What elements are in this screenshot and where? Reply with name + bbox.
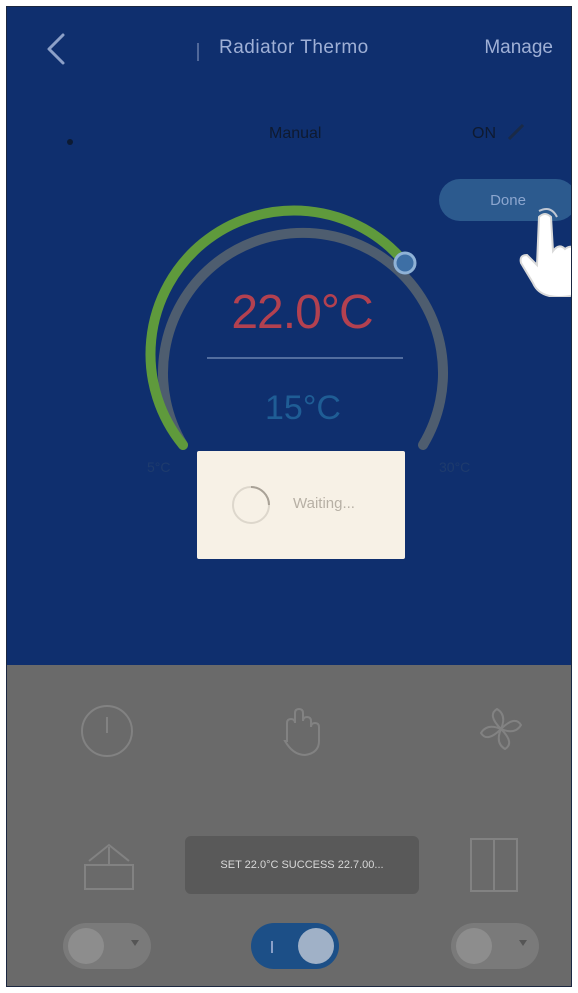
toggle-knob: [68, 928, 104, 964]
waiting-dialog: Waiting...: [197, 451, 405, 559]
status-dot: [67, 139, 73, 145]
controls-panel: SET 22.0°C SUCCESS 22.7.00...: [7, 665, 571, 986]
current-temperature: 22.0°C: [231, 286, 373, 339]
hand-icon[interactable]: [273, 701, 329, 761]
dial-divider: [207, 357, 403, 359]
toggle-middle[interactable]: [251, 923, 339, 969]
min-temp-label: 5°C: [147, 459, 171, 475]
set-temperature: 15°C: [265, 389, 341, 427]
toggle-knob: [456, 928, 492, 964]
power-icon[interactable]: [77, 701, 137, 761]
toggle-knob: [298, 928, 334, 964]
door-icon[interactable]: [465, 835, 523, 895]
toggle-arrow-icon: [519, 940, 527, 946]
toggle-arrow-icon: [131, 940, 139, 946]
waiting-text: Waiting...: [293, 495, 355, 512]
fan-icon[interactable]: [473, 701, 529, 757]
toggle-on-mark: [271, 941, 273, 953]
thermostat-panel: Radiator Thermo Manage Manual ON Done 22…: [7, 7, 571, 665]
phone-frame: Radiator Thermo Manage Manual ON Done 22…: [6, 6, 572, 987]
mode-label: Manual: [269, 125, 322, 142]
signal-icon: [507, 123, 525, 141]
hand-pointer-icon: [519, 208, 571, 297]
toggle-right[interactable]: [451, 923, 539, 969]
nav-divider: [197, 43, 199, 61]
spinner-icon: [232, 486, 270, 524]
back-arrow-icon[interactable]: [39, 29, 79, 69]
power-state-label: ON: [472, 125, 496, 142]
toggle-left[interactable]: [63, 923, 151, 969]
max-temp-label: 30°C: [439, 459, 471, 475]
manage-link[interactable]: Manage: [484, 37, 553, 59]
device-title: Radiator Thermo: [219, 37, 369, 58]
system-toast: SET 22.0°C SUCCESS 22.7.00...: [185, 836, 419, 894]
window-icon[interactable]: [81, 837, 137, 895]
